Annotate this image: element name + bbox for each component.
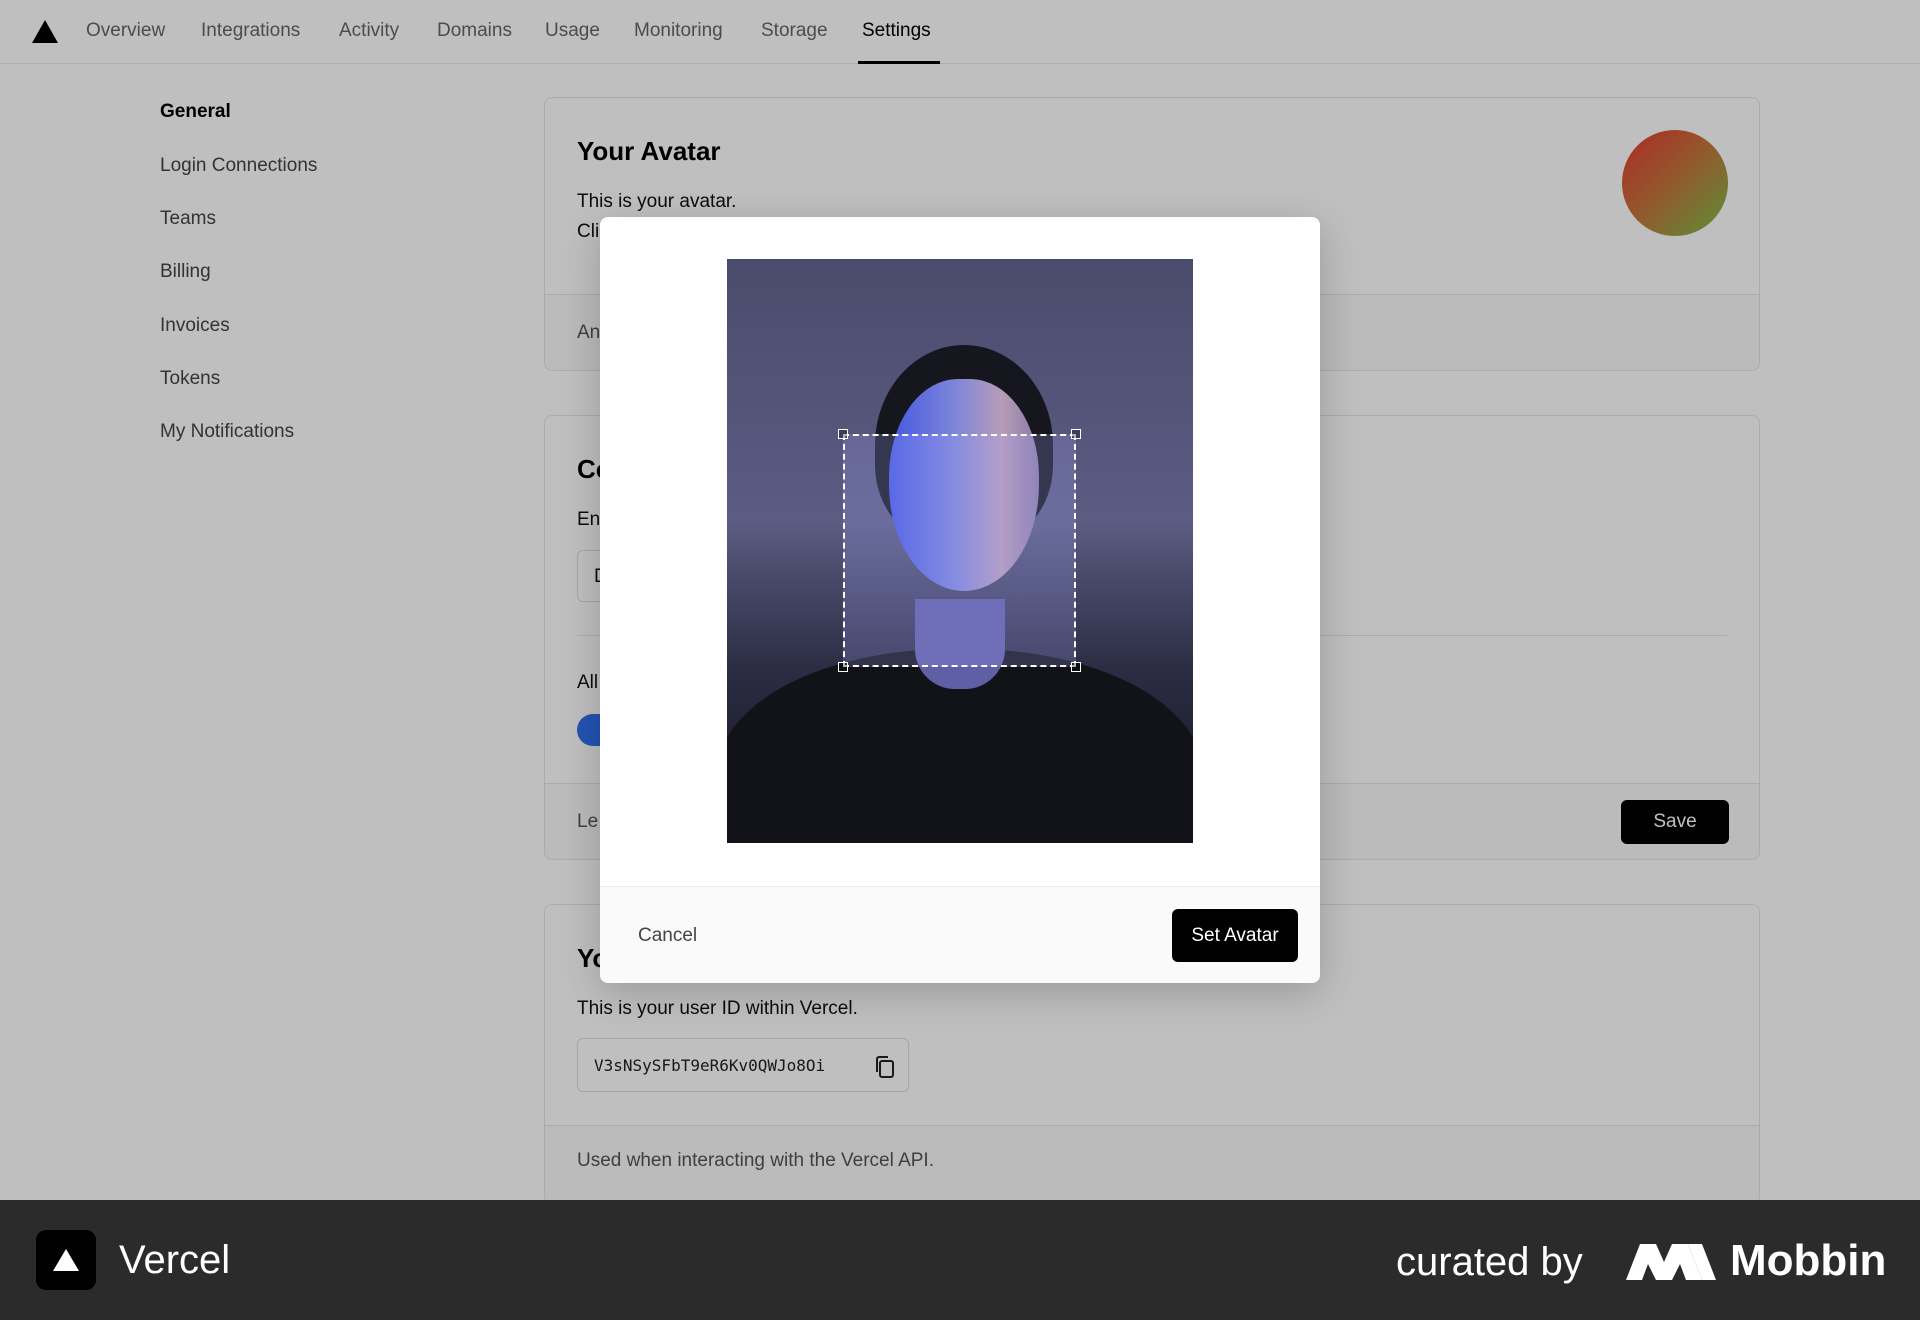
curation-banner: Vercel curated by Mobbin: [0, 1200, 1920, 1320]
modal-footer: Cancel Set Avatar: [600, 886, 1320, 983]
banner-curated-by: curated by: [1396, 1240, 1583, 1284]
mobbin-logo-icon: [1626, 1244, 1716, 1280]
avatar-crop-modal: Cancel Set Avatar: [600, 217, 1320, 983]
banner-mobbin-name: Mobbin: [1730, 1236, 1887, 1285]
crop-selection-area[interactable]: [838, 429, 1081, 672]
avatar-crop-image[interactable]: [727, 259, 1193, 843]
vercel-badge: [36, 1230, 96, 1290]
cancel-button[interactable]: Cancel: [638, 925, 697, 947]
crop-handle-top-left[interactable]: [838, 429, 848, 439]
crop-handle-bottom-left[interactable]: [838, 662, 848, 672]
set-avatar-button[interactable]: Set Avatar: [1172, 909, 1298, 962]
vercel-triangle-icon: [53, 1249, 79, 1271]
banner-brand-name: Vercel: [119, 1238, 231, 1282]
crop-handle-bottom-right[interactable]: [1071, 662, 1081, 672]
crop-handle-top-right[interactable]: [1071, 429, 1081, 439]
